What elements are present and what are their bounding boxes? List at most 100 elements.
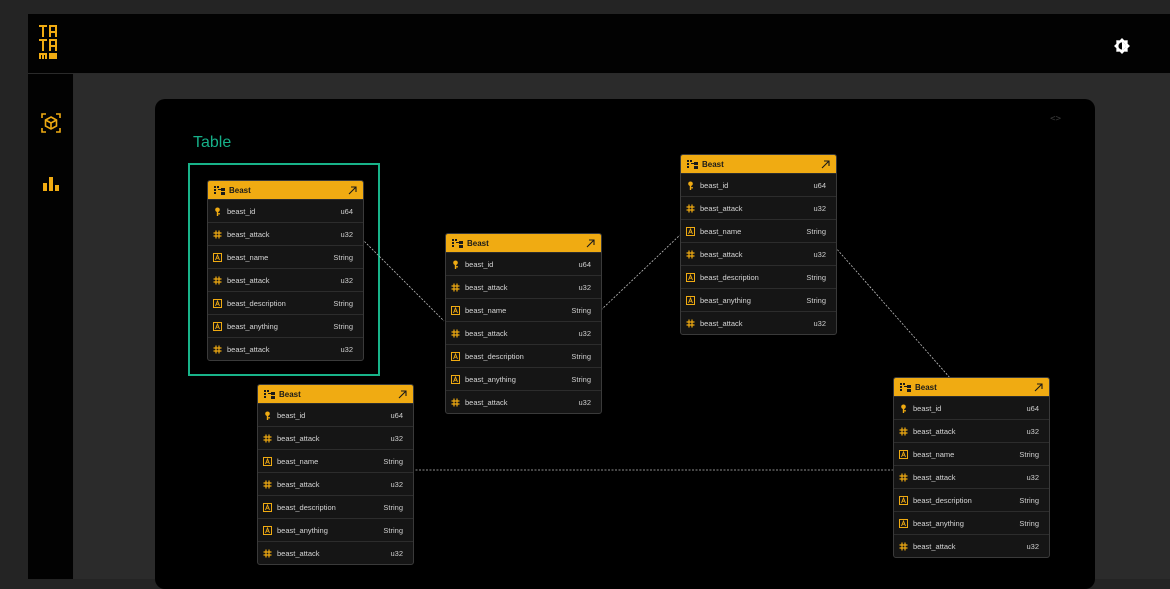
entity-card[interactable]: Beast beast_id u64 beast_attack u32 beast_… xyxy=(680,154,837,335)
text-icon xyxy=(451,374,460,384)
field-row[interactable]: beast_description String xyxy=(208,291,363,314)
field-row[interactable]: beast_id u64 xyxy=(446,252,601,275)
field-type: u32 xyxy=(813,203,826,213)
field-row[interactable]: beast_name String xyxy=(258,449,413,472)
field-row[interactable]: beast_name String xyxy=(894,442,1049,465)
field-row[interactable]: beast_name String xyxy=(681,219,836,242)
field-type: u64 xyxy=(813,180,826,190)
field-name: beast_attack xyxy=(227,344,270,354)
open-arrow-icon[interactable] xyxy=(586,238,595,248)
field-row[interactable]: beast_id u64 xyxy=(894,396,1049,419)
entity-card[interactable]: Beast beast_id u64 beast_attack u32 beast_… xyxy=(207,180,364,361)
open-arrow-icon[interactable] xyxy=(398,389,407,399)
field-row[interactable]: beast_description String xyxy=(894,488,1049,511)
field-type: u32 xyxy=(813,318,826,328)
field-row[interactable]: beast_attack u32 xyxy=(446,390,601,413)
hash-icon xyxy=(263,480,272,488)
code-icon[interactable]: <> xyxy=(1050,114,1061,124)
field-name: beast_attack xyxy=(277,479,320,489)
entity-header[interactable]: Beast xyxy=(446,234,601,252)
diagram-canvas[interactable]: <> Table Beast beast_id u64 beast_attack u… xyxy=(155,99,1095,589)
field-type: u32 xyxy=(813,249,826,259)
field-row[interactable]: beast_attack u32 xyxy=(681,311,836,334)
field-type: u32 xyxy=(340,229,353,239)
key-icon xyxy=(453,260,458,269)
text-icon xyxy=(686,295,695,305)
schema-icon[interactable] xyxy=(40,112,62,134)
text-icon xyxy=(899,449,908,459)
open-arrow-icon[interactable] xyxy=(821,159,830,169)
field-type: u64 xyxy=(578,259,591,269)
text-icon xyxy=(899,495,908,505)
field-type: u32 xyxy=(578,397,591,407)
field-name: beast_attack xyxy=(700,318,743,328)
field-row[interactable]: beast_description String xyxy=(681,265,836,288)
field-row[interactable]: beast_description String xyxy=(258,495,413,518)
entity-icon xyxy=(900,382,911,392)
open-arrow-icon[interactable] xyxy=(1034,382,1043,392)
open-arrow-icon[interactable] xyxy=(348,185,357,195)
entity-header[interactable]: Beast xyxy=(894,378,1049,396)
field-row[interactable]: beast_attack u32 xyxy=(894,419,1049,442)
field-row[interactable]: beast_attack u32 xyxy=(208,337,363,360)
field-type: u32 xyxy=(1026,472,1039,482)
bar-chart-icon[interactable] xyxy=(40,173,62,195)
entity-header[interactable]: Beast xyxy=(258,385,413,403)
entity-title: Beast xyxy=(229,185,251,195)
field-row[interactable]: beast_attack u32 xyxy=(208,222,363,245)
field-row[interactable]: beast_anything String xyxy=(681,288,836,311)
hash-icon xyxy=(451,283,460,291)
field-type: String xyxy=(806,226,826,236)
hash-icon xyxy=(899,542,908,550)
hash-icon xyxy=(451,329,460,337)
field-row[interactable]: beast_anything String xyxy=(258,518,413,541)
field-row[interactable]: beast_id u64 xyxy=(208,199,363,222)
field-row[interactable]: beast_attack u32 xyxy=(681,242,836,265)
text-icon xyxy=(686,272,695,282)
field-name: beast_attack xyxy=(700,203,743,213)
field-name: beast_description xyxy=(700,272,759,282)
field-row[interactable]: beast_anything String xyxy=(894,511,1049,534)
field-row[interactable]: beast_anything String xyxy=(446,367,601,390)
hash-icon xyxy=(899,473,908,481)
field-row[interactable]: beast_attack u32 xyxy=(681,196,836,219)
field-name: beast_attack xyxy=(227,229,270,239)
field-row[interactable]: beast_attack u32 xyxy=(446,275,601,298)
field-type: String xyxy=(571,374,591,384)
field-row[interactable]: beast_attack u32 xyxy=(258,426,413,449)
field-row[interactable]: beast_attack u32 xyxy=(894,534,1049,557)
text-icon xyxy=(213,252,222,262)
entity-icon xyxy=(687,159,698,169)
field-type: u32 xyxy=(340,275,353,285)
field-row[interactable]: beast_anything String xyxy=(208,314,363,337)
entity-header[interactable]: Beast xyxy=(208,181,363,199)
field-row[interactable]: beast_attack u32 xyxy=(208,268,363,291)
field-row[interactable]: beast_attack u32 xyxy=(894,465,1049,488)
field-type: u64 xyxy=(1026,403,1039,413)
field-row[interactable]: beast_name String xyxy=(446,298,601,321)
field-row[interactable]: beast_id u64 xyxy=(681,173,836,196)
entity-card[interactable]: Beast beast_id u64 beast_attack u32 beast_… xyxy=(893,377,1050,558)
field-row[interactable]: beast_id u64 xyxy=(258,403,413,426)
entity-header[interactable]: Beast xyxy=(681,155,836,173)
hash-icon xyxy=(213,276,222,284)
field-row[interactable]: beast_attack u32 xyxy=(446,321,601,344)
brightness-icon[interactable] xyxy=(1114,38,1130,54)
hash-icon xyxy=(263,549,272,557)
field-row[interactable]: beast_description String xyxy=(446,344,601,367)
field-row[interactable]: beast_attack u32 xyxy=(258,472,413,495)
field-type: u32 xyxy=(390,548,403,558)
app-logo[interactable] xyxy=(39,25,59,59)
key-icon xyxy=(901,404,906,413)
text-icon xyxy=(263,456,272,466)
field-type: u32 xyxy=(1026,541,1039,551)
field-row[interactable]: beast_name String xyxy=(208,245,363,268)
text-icon xyxy=(263,502,272,512)
field-type: String xyxy=(383,456,403,466)
field-row[interactable]: beast_attack u32 xyxy=(258,541,413,564)
entity-card[interactable]: Beast beast_id u64 beast_attack u32 beast_… xyxy=(445,233,602,414)
text-icon xyxy=(899,518,908,528)
field-name: beast_attack xyxy=(913,472,956,482)
entity-card[interactable]: Beast beast_id u64 beast_attack u32 beast_… xyxy=(257,384,414,565)
field-name: beast_attack xyxy=(913,426,956,436)
